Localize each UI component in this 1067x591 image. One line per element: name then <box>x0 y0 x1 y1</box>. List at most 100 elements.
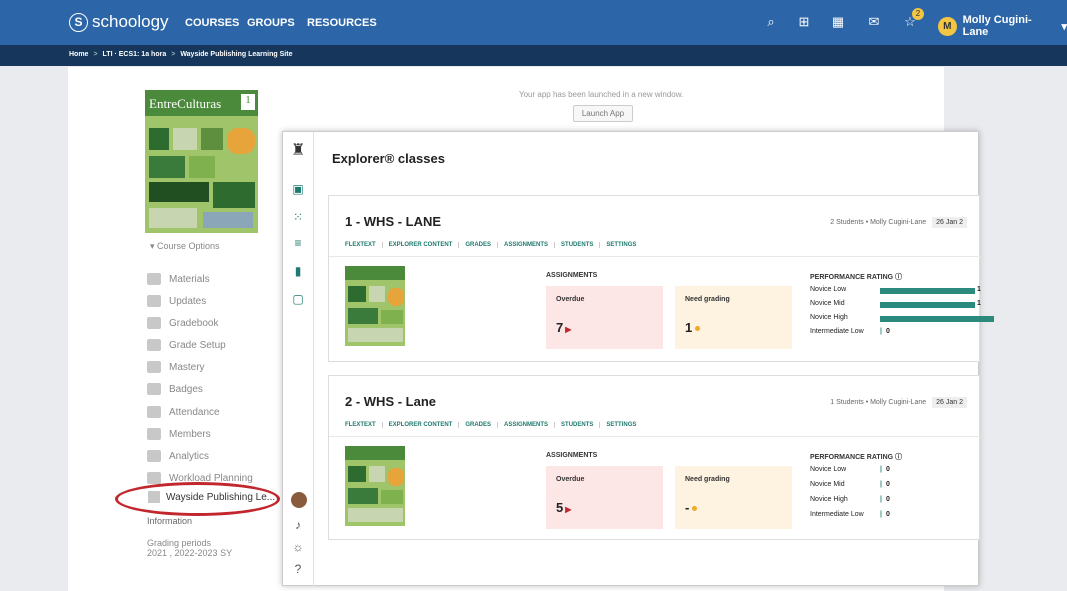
bell-icon[interactable]: ♪ <box>291 518 305 532</box>
need-grading-box[interactable]: Need grading - <box>675 466 792 529</box>
thumb-tile <box>381 490 403 504</box>
thumb-tile <box>369 286 385 302</box>
sidebar-item-label: Gradebook <box>169 317 219 329</box>
class-name[interactable]: 2 - WHS - Lane <box>345 394 436 409</box>
tab-explorer-content[interactable]: EXPLORER CONTENT <box>381 422 459 428</box>
nav-resources[interactable]: RESOURCES <box>307 17 377 29</box>
lightbulb-icon[interactable]: ☼ <box>291 540 305 554</box>
rating-row: Novice High | 0 <box>810 496 985 503</box>
sidebar-item-badges[interactable]: Badges <box>147 383 203 395</box>
schoology-logo[interactable]: Sschoology <box>69 12 169 32</box>
notifications-icon[interactable]: ☆ 2 <box>902 8 924 30</box>
class-tabs: FLEXTEXT EXPLORER CONTENT GRADES ASSIGNMENT… <box>345 242 642 248</box>
card-divider <box>329 256 981 257</box>
sidebar-item-label: Grade Setup <box>169 339 226 351</box>
class-name[interactable]: 1 - WHS - LANE <box>345 214 441 229</box>
need-grading-count: - <box>685 500 698 515</box>
briefcase-icon[interactable]: ▢ <box>291 292 305 306</box>
tab-settings[interactable]: SETTINGS <box>599 422 642 428</box>
notification-badge: 2 <box>912 8 924 20</box>
yellow-dot-icon <box>695 326 701 332</box>
thumb-tile <box>369 466 385 482</box>
tab-assignments[interactable]: ASSIGNMENTS <box>497 422 554 428</box>
highlight-circle <box>115 482 280 516</box>
class-date: 26 Jan 2 <box>932 397 967 408</box>
breadcrumb-sep: > <box>171 51 176 58</box>
class-meta: 1 Students • Molly Cugini-Lane 26 Jan 2 <box>830 397 967 408</box>
classes-icon[interactable]: ▣ <box>291 182 305 196</box>
help-icon[interactable]: ? <box>291 562 305 576</box>
thumb-tile <box>348 286 366 302</box>
class-students: 1 Students • Molly Cugini-Lane <box>830 399 927 406</box>
need-grading-count: 1 <box>685 320 701 335</box>
rating-count: 0 <box>886 496 890 503</box>
sidebar-item-label: Materials <box>169 273 210 285</box>
tab-students[interactable]: STUDENTS <box>554 242 599 248</box>
launch-app-button[interactable]: Launch App <box>573 105 633 122</box>
sidebar-item-gradebook[interactable]: Gradebook <box>147 317 218 329</box>
overdue-box[interactable]: Overdue 7 ▶ <box>546 286 663 349</box>
nav-groups[interactable]: GROUPS <box>247 17 295 29</box>
apps-grid-icon[interactable]: ⊞ <box>796 14 812 30</box>
rating-row: Intermediate Low | 0 <box>810 328 985 335</box>
performance-heading: PERFORMANCE RATING ⓘ <box>810 454 903 461</box>
tab-grades[interactable]: GRADES <box>458 242 497 248</box>
sidebar-item-members[interactable]: Members <box>147 428 211 440</box>
overdue-box[interactable]: Overdue 5 ▶ <box>546 466 663 529</box>
workload-planning-icon <box>147 472 161 484</box>
rating-label: Novice Low <box>810 466 847 473</box>
class-tabs: FLEXTEXT EXPLORER CONTENT GRADES ASSIGNMENT… <box>345 422 642 428</box>
rating-count: 0 <box>886 466 890 473</box>
rating-label: Novice High <box>810 314 848 321</box>
sidebar-item-attendance[interactable]: Attendance <box>147 406 220 418</box>
thumb-tile <box>388 468 404 486</box>
class-card[interactable]: 2 - WHS - Lane 1 Students • Molly Cugini-… <box>328 375 981 540</box>
tab-students[interactable]: STUDENTS <box>554 422 599 428</box>
rating-row: Novice Low | 0 <box>810 466 985 473</box>
breadcrumb-site: Wayside Publishing Learning Site <box>180 51 293 58</box>
search-icon[interactable]: ⌕ <box>763 14 779 30</box>
breadcrumb-home[interactable]: Home <box>69 51 88 58</box>
sidebar-item-updates[interactable]: Updates <box>147 295 206 307</box>
need-grading-box[interactable]: Need grading 1 <box>675 286 792 349</box>
rating-tick: | <box>880 328 882 335</box>
explorer-title: Explorer® classes <box>332 151 445 166</box>
grade-setup-icon <box>147 339 161 351</box>
list-icon[interactable]: ≡ <box>291 236 305 250</box>
sidebar-item-grade-setup[interactable]: Grade Setup <box>147 339 226 351</box>
class-card[interactable]: 1 - WHS - LANE 2 Students • Molly Cugini-… <box>328 195 994 362</box>
rating-tick: | <box>880 466 882 473</box>
sidebar-item-materials[interactable]: Materials <box>147 273 210 285</box>
apps-icon[interactable]: ⁙ <box>291 210 305 224</box>
sidebar-item-label: Analytics <box>169 450 210 462</box>
thumb-tile <box>348 508 403 522</box>
calendar-icon[interactable]: ▦ <box>830 14 846 30</box>
tab-explorer-content[interactable]: EXPLORER CONTENT <box>381 242 459 248</box>
profile-avatar[interactable] <box>291 492 307 508</box>
rating-label: Novice Mid <box>810 481 845 488</box>
assignments-heading: ASSIGNMENTS <box>546 272 598 279</box>
user-menu[interactable]: M Molly Cugini-Lane ▾ <box>938 14 1067 38</box>
messages-icon[interactable]: ✉ <box>866 14 882 30</box>
thumb-tile <box>348 328 403 342</box>
sidebar-item-mastery[interactable]: Mastery <box>147 361 205 373</box>
rating-label: Intermediate Low <box>810 328 864 335</box>
tab-settings[interactable]: SETTINGS <box>599 242 642 248</box>
user-name: Molly Cugini-Lane <box>962 14 1032 38</box>
sidebar-item-analytics[interactable]: Analytics <box>147 450 209 462</box>
tab-flextext[interactable]: FLEXTEXT <box>345 242 382 248</box>
tab-flextext[interactable]: FLEXTEXT <box>345 422 382 428</box>
grading-periods-value: 2021 , 2022-2023 SY <box>147 548 233 558</box>
rating-row: Novice Mid | 0 <box>810 481 985 488</box>
tab-grades[interactable]: GRADES <box>458 422 497 428</box>
assignments-heading: ASSIGNMENTS <box>546 452 598 459</box>
card-divider <box>329 436 981 437</box>
breadcrumb-course[interactable]: LTI · ECS1: 1a hora <box>103 51 167 58</box>
course-cover-image[interactable]: EntreCulturas 1 <box>145 90 258 233</box>
reports-icon[interactable]: ▮ <box>291 264 305 278</box>
rating-label: Novice High <box>810 496 848 503</box>
tab-assignments[interactable]: ASSIGNMENTS <box>497 242 554 248</box>
thumb-band <box>345 266 405 280</box>
nav-courses[interactable]: COURSES <box>185 17 239 29</box>
course-options-toggle[interactable]: ▾ Course Options <box>150 241 220 252</box>
